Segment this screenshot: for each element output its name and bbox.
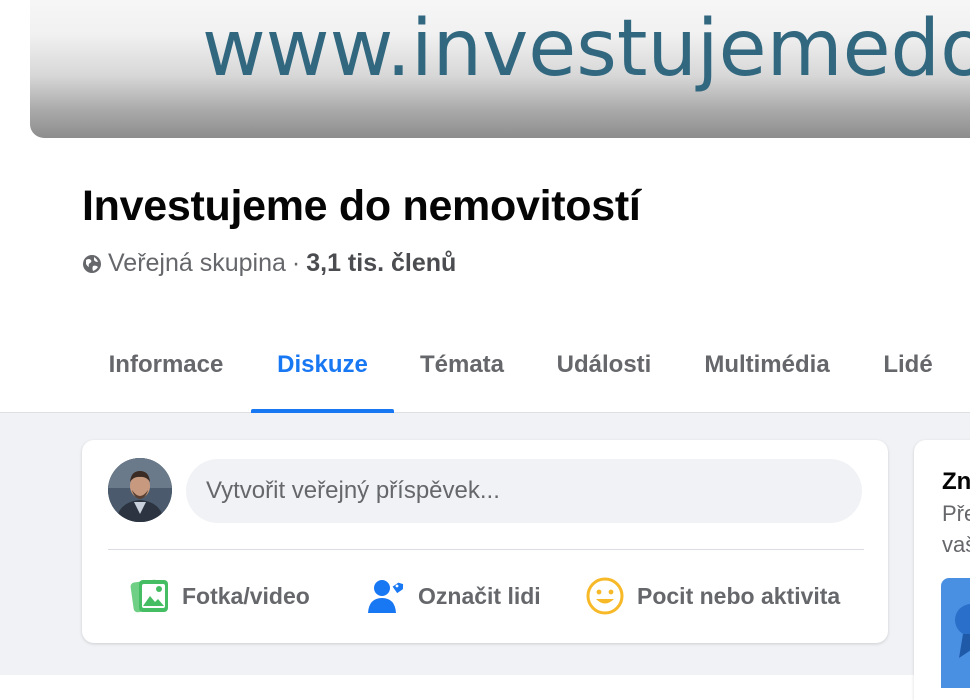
photo-icon bbox=[130, 579, 168, 613]
tab-lide[interactable]: Lidé bbox=[880, 332, 936, 412]
feeling-activity-label: Pocit nebo aktivita bbox=[637, 582, 841, 609]
member-count[interactable]: 3,1 tis. členů bbox=[306, 249, 456, 278]
globe-icon bbox=[83, 254, 101, 273]
tab-udalosti[interactable]: Události bbox=[554, 332, 654, 412]
create-post-input[interactable] bbox=[186, 459, 862, 523]
tab-diskuze[interactable]: Diskuze bbox=[251, 332, 394, 413]
side-card-text-line: vaš bbox=[942, 532, 970, 557]
badge-illustration-icon bbox=[955, 604, 970, 658]
side-info-card: Zn Pře vaš bbox=[914, 440, 970, 700]
group-title[interactable]: Investujeme do nemovitostí bbox=[82, 182, 641, 231]
tab-multimedia[interactable]: Multimédia bbox=[701, 332, 833, 412]
smiley-icon bbox=[586, 577, 624, 615]
group-meta: Veřejná skupina · 3,1 tis. členů bbox=[82, 249, 456, 278]
post-composer: Fotka/video Označit lidi Pocit nebo akti… bbox=[82, 440, 888, 643]
tab-informace[interactable]: Informace bbox=[106, 332, 226, 412]
photo-video-label: Fotka/video bbox=[182, 582, 310, 609]
side-card-image[interactable] bbox=[941, 578, 970, 688]
tag-people-button[interactable]: Označit lidi bbox=[368, 574, 541, 618]
meta-separator: · bbox=[291, 249, 301, 277]
privacy-label[interactable]: Veřejná skupina bbox=[108, 249, 286, 278]
avatar-photo-icon bbox=[108, 458, 172, 522]
tag-people-label: Označit lidi bbox=[418, 582, 541, 609]
avatar[interactable] bbox=[108, 458, 172, 522]
side-card-title: Zn bbox=[942, 468, 970, 495]
tag-people-icon bbox=[368, 580, 404, 613]
tab-temata[interactable]: Témata bbox=[418, 332, 506, 412]
cover-photo[interactable]: www.investujemedone bbox=[30, 0, 970, 138]
group-tabs: Informace Diskuze Témata Události Multim… bbox=[0, 332, 970, 413]
feeling-activity-button[interactable]: Pocit nebo aktivita bbox=[585, 574, 840, 618]
photo-video-button[interactable]: Fotka/video bbox=[130, 574, 310, 618]
composer-divider bbox=[108, 549, 864, 550]
side-card-text-line: Pře bbox=[942, 501, 970, 526]
cover-text: www.investujemedone bbox=[202, 4, 970, 94]
